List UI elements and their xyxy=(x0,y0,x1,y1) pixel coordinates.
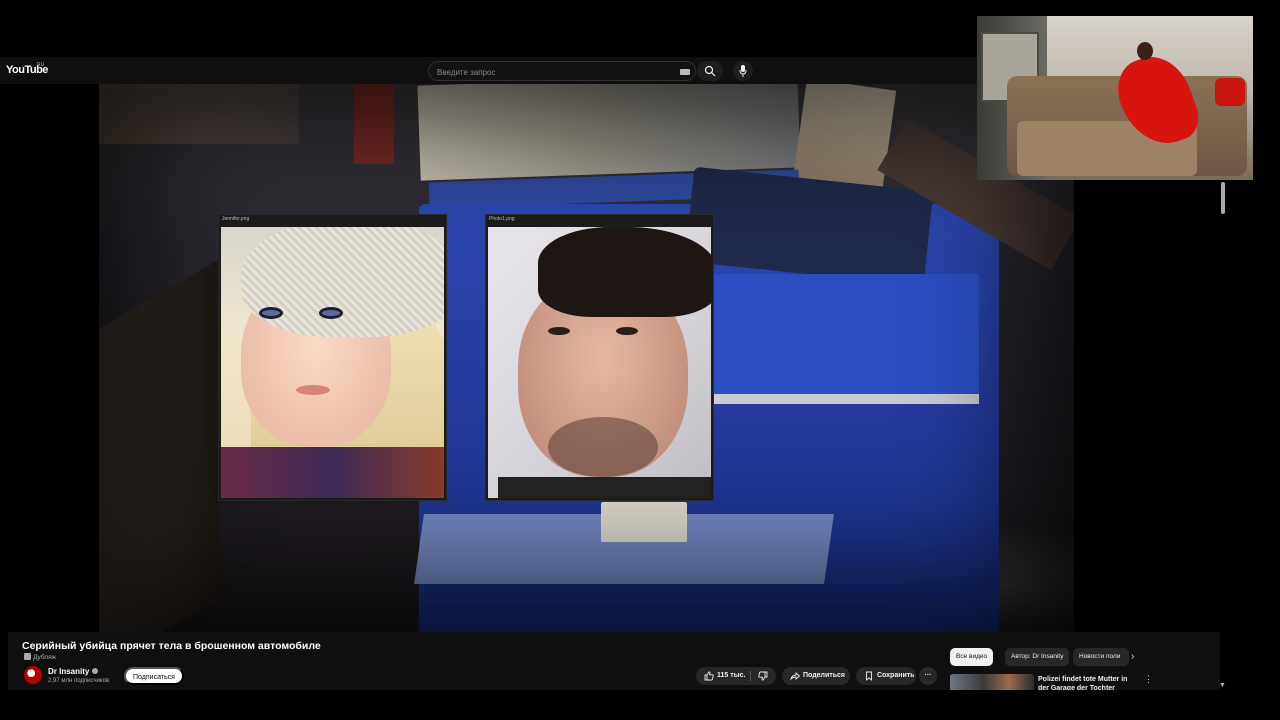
like-icon xyxy=(704,671,714,681)
save-icon xyxy=(866,671,872,681)
video-player[interactable]: Jennifer.png Photo1.png xyxy=(99,84,1074,632)
chip-all-videos[interactable]: Все видео xyxy=(950,648,994,666)
share-label: Поделиться xyxy=(803,672,846,679)
logo-region: RU xyxy=(37,62,45,68)
chip-author[interactable]: Автор: Dr Insanity xyxy=(1005,648,1070,666)
save-button[interactable]: Сохранить xyxy=(856,667,916,685)
like-dislike-group: 115 тыс. xyxy=(696,667,776,685)
sidebar-scrollbar[interactable] xyxy=(1221,182,1225,214)
chip-news[interactable]: Новости поли xyxy=(1073,648,1129,666)
more-actions-button[interactable]: ··· xyxy=(919,667,937,685)
channel-name[interactable]: Dr Insanity xyxy=(48,667,99,676)
search-icon xyxy=(704,65,716,77)
photo-window-right: Photo1.png xyxy=(485,214,714,501)
search-box[interactable] xyxy=(428,61,696,81)
keyboard-icon[interactable] xyxy=(680,69,690,75)
divider xyxy=(750,671,751,681)
dislike-button[interactable] xyxy=(752,667,776,685)
share-icon xyxy=(790,672,800,681)
subscribe-button[interactable]: Подписаться xyxy=(124,667,184,685)
save-label: Сохранить xyxy=(877,672,915,679)
subscriber-count: 2,97 млн подписчиков xyxy=(48,678,110,684)
webcam-overlay xyxy=(977,16,1253,180)
video-title: Серийный убийца прячет тела в брошенном … xyxy=(22,640,321,652)
search-input[interactable] xyxy=(437,66,657,78)
recommendation-menu-icon[interactable]: ⋮ xyxy=(1144,674,1153,685)
dub-indicator: Дубляж xyxy=(24,653,56,661)
portrait-photo xyxy=(221,227,444,498)
like-button[interactable]: 115 тыс. xyxy=(696,667,751,685)
channel-name-text[interactable]: Dr Insanity xyxy=(48,667,89,676)
dub-label: Дубляж xyxy=(33,654,56,661)
portrait-photo xyxy=(488,227,711,498)
scroll-down-arrow-icon[interactable]: ▼ xyxy=(1219,682,1226,689)
channel-avatar[interactable] xyxy=(24,666,42,684)
photo-window-title: Photo1.png xyxy=(489,216,515,222)
recommendation-title[interactable]: Polizei findet tote Mutter in der Garage… xyxy=(1038,675,1138,690)
video-info: Серийный убийца прячет тела в брошенном … xyxy=(8,632,1220,690)
verified-icon xyxy=(92,668,99,674)
voice-search-button[interactable] xyxy=(733,61,753,81)
recommendation-thumbnail[interactable] xyxy=(950,674,1034,690)
chevron-right-icon[interactable]: › xyxy=(1131,651,1134,662)
dub-icon xyxy=(24,653,31,660)
like-count: 115 тыс. xyxy=(717,672,746,679)
photo-window-title: Jennifer.png xyxy=(222,216,250,222)
dislike-icon xyxy=(758,671,768,681)
search-button[interactable] xyxy=(697,61,723,81)
mic-icon xyxy=(739,65,747,77)
photo-window-left: Jennifer.png xyxy=(218,214,447,501)
share-button[interactable]: Поделиться xyxy=(782,667,850,685)
